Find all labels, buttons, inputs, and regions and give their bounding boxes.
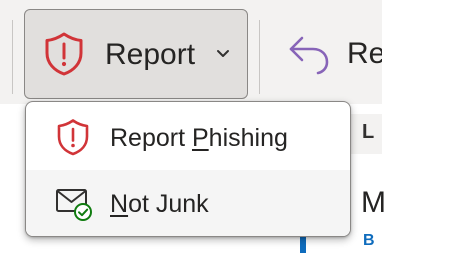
unread-marker	[300, 236, 306, 253]
access-key: N	[110, 190, 129, 218]
menu-item-label: Report Phishing	[110, 124, 288, 152]
mail-check-icon	[56, 189, 92, 221]
access-key: P	[191, 124, 209, 152]
report-button-label: Report	[105, 38, 196, 71]
message-preview: B	[363, 232, 375, 249]
menu-item-report-phishing[interactable]: Report Phishing	[26, 104, 350, 170]
message-sender[interactable]: M	[361, 186, 386, 220]
ribbon-separator	[12, 20, 13, 94]
report-dropdown-menu: Report Phishing Not Junk	[25, 101, 351, 237]
message-list-header-label: L	[362, 121, 375, 143]
ribbon-separator	[259, 20, 260, 94]
shield-warning-icon	[45, 32, 83, 76]
reply-arrow-icon	[289, 36, 329, 75]
reply-button[interactable]: Re	[270, 9, 382, 99]
menu-item-not-junk[interactable]: Not Junk	[26, 170, 350, 236]
menu-item-label: Not Junk	[110, 190, 209, 218]
reply-button-label: Re	[347, 37, 382, 70]
report-button[interactable]: Report	[24, 9, 248, 99]
shield-warning-icon	[57, 119, 89, 156]
chevron-down-icon[interactable]	[215, 48, 231, 60]
